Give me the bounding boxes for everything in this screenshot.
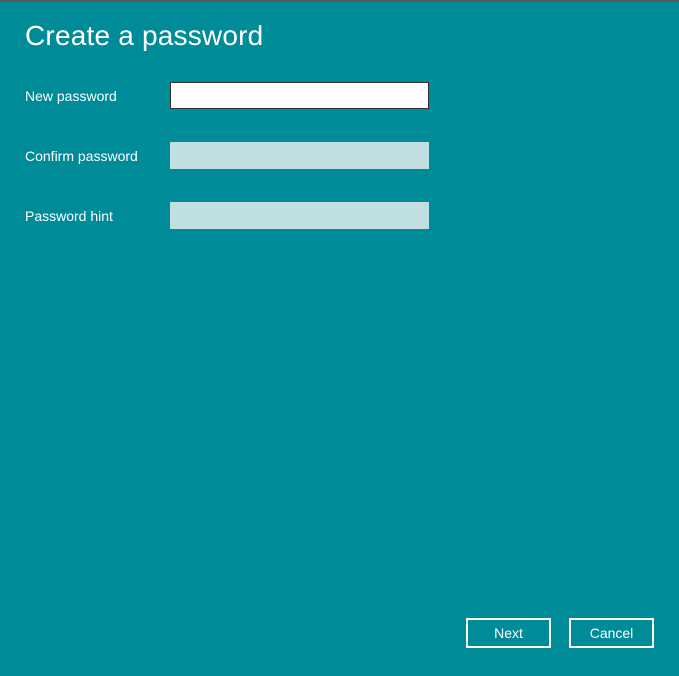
new-password-row: New password (25, 82, 679, 109)
button-bar: Next Cancel (466, 618, 654, 648)
new-password-label: New password (25, 88, 170, 104)
confirm-password-input[interactable] (170, 142, 429, 169)
password-hint-input[interactable] (170, 202, 429, 229)
password-hint-row: Password hint (25, 202, 679, 229)
next-button[interactable]: Next (466, 618, 551, 648)
page-title: Create a password (0, 2, 679, 52)
password-hint-label: Password hint (25, 208, 170, 224)
cancel-button[interactable]: Cancel (569, 618, 654, 648)
confirm-password-row: Confirm password (25, 142, 679, 169)
new-password-input[interactable] (170, 82, 429, 109)
password-form: New password Confirm password Password h… (0, 52, 679, 229)
confirm-password-label: Confirm password (25, 148, 170, 164)
create-password-window: Create a password New password Confirm p… (0, 0, 679, 676)
